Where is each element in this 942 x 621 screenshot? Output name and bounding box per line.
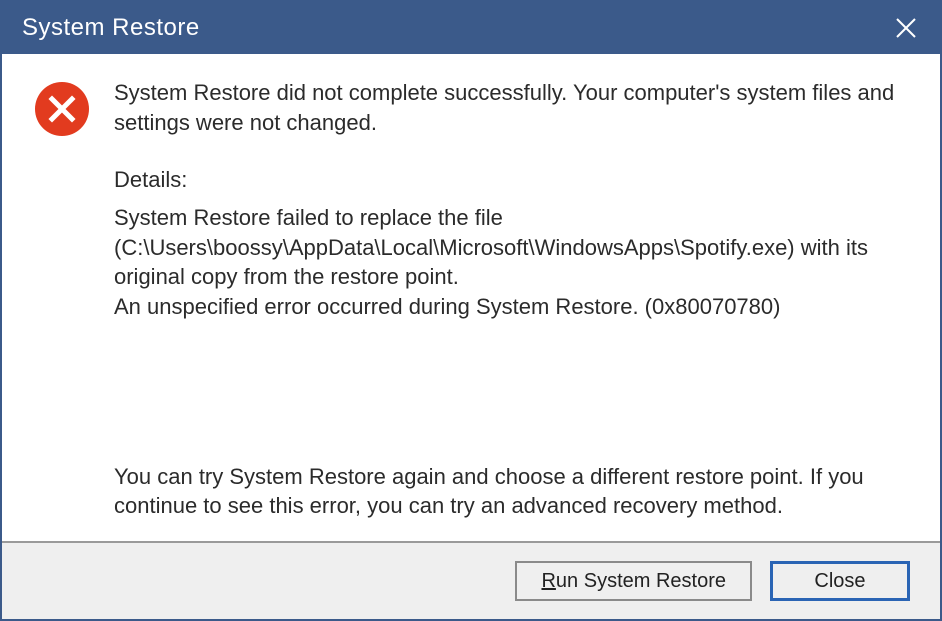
dialog-footer: Run System Restore Close bbox=[2, 541, 940, 619]
message-column: System Restore did not complete successf… bbox=[114, 78, 910, 531]
advice-text: You can try System Restore again and cho… bbox=[114, 462, 910, 521]
summary-text: System Restore did not complete successf… bbox=[114, 78, 910, 137]
icon-column bbox=[32, 78, 92, 531]
error-icon bbox=[35, 82, 89, 136]
run-mnemonic: R bbox=[541, 570, 555, 592]
close-button[interactable]: Close bbox=[770, 561, 910, 601]
dialog-body: System Restore did not complete successf… bbox=[2, 54, 940, 541]
titlebar: System Restore bbox=[2, 2, 940, 54]
window-title: System Restore bbox=[22, 14, 200, 42]
details-body: System Restore failed to replace the fil… bbox=[114, 203, 910, 322]
system-restore-dialog: System Restore System Restore did not co… bbox=[0, 0, 942, 621]
run-rest: un System Restore bbox=[556, 570, 726, 592]
details-label: Details: bbox=[114, 165, 910, 195]
close-icon[interactable] bbox=[884, 6, 928, 50]
close-label: Close bbox=[814, 570, 865, 593]
run-system-restore-button[interactable]: Run System Restore bbox=[515, 561, 752, 601]
